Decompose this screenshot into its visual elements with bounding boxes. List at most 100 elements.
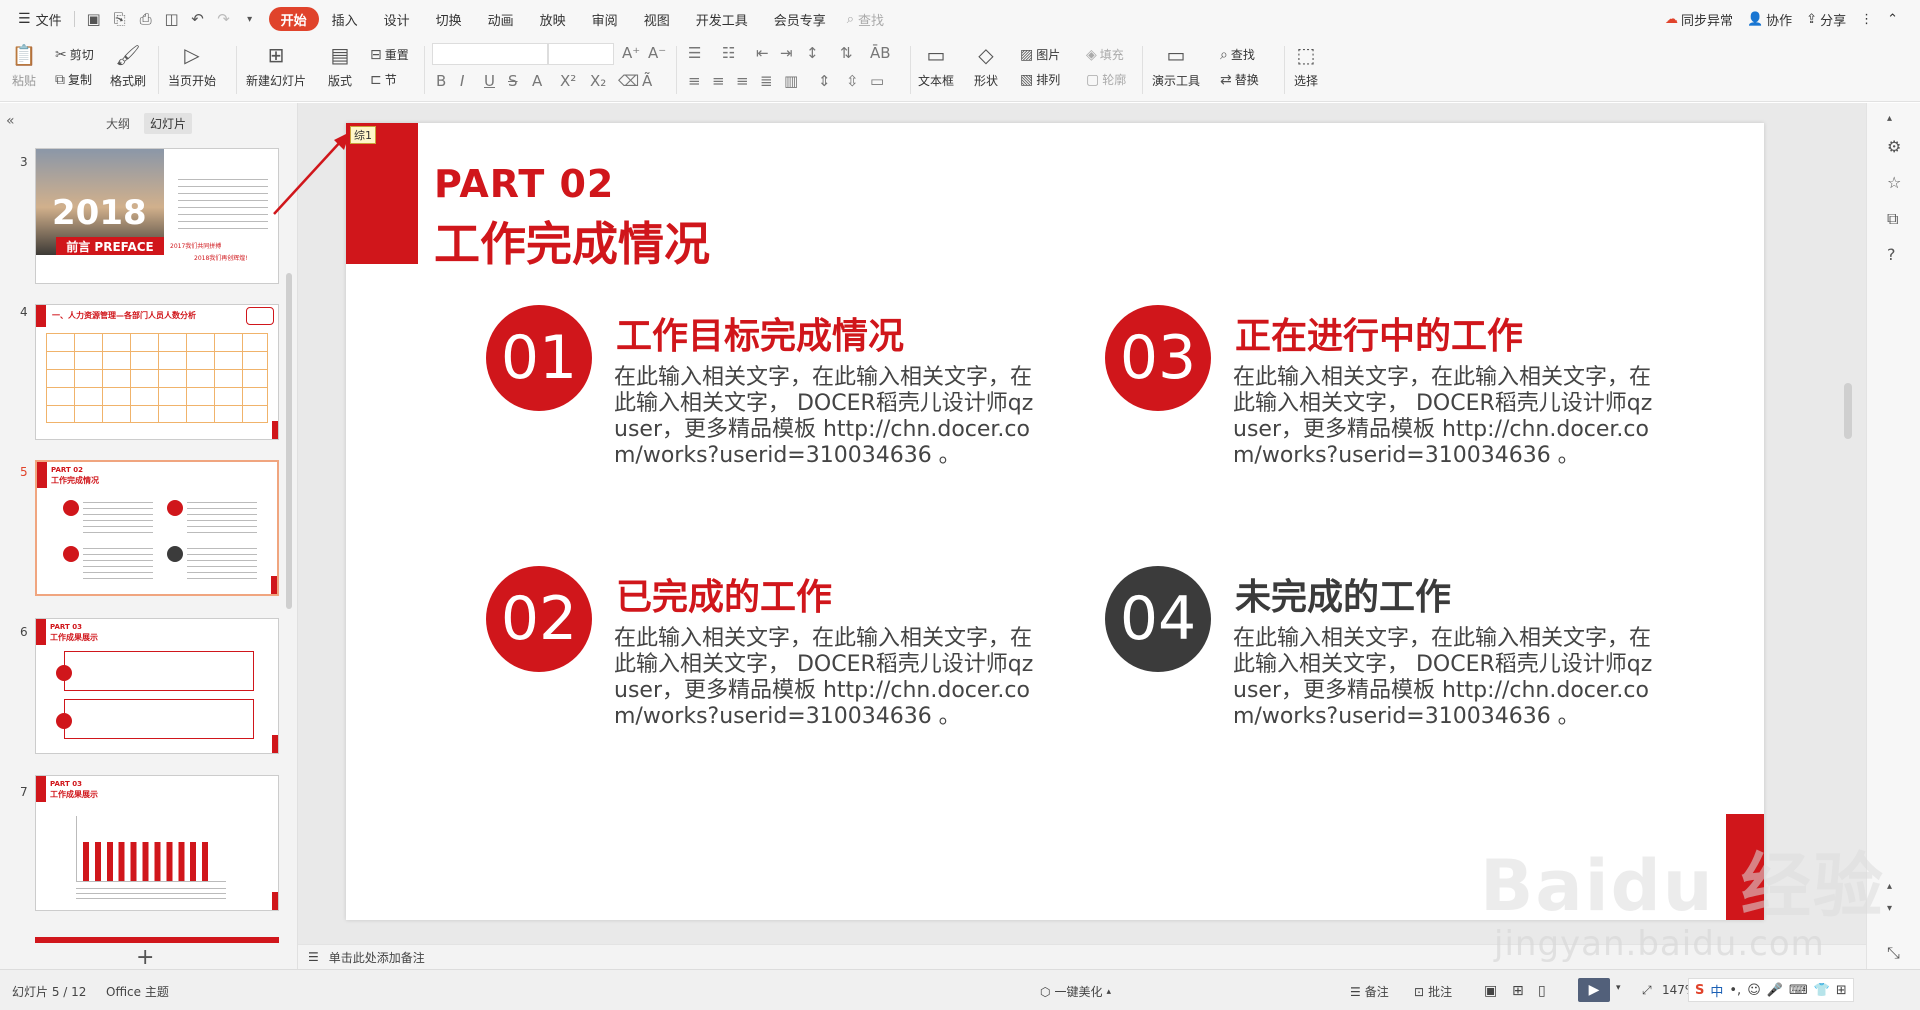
presentation-tools-button[interactable]: ▭ 演示工具 [1152, 42, 1200, 89]
textbox-button[interactable]: ▭ 文本框 [918, 42, 954, 89]
sync-button[interactable]: ☁ 同步异常 [1665, 10, 1733, 29]
theme-name[interactable]: Office 主题 [106, 983, 169, 1000]
collapse-icon[interactable]: « [6, 113, 15, 129]
ime-toolbar[interactable]: S 中 •, ☺ 🎤 ⌨ 👕 ⊞ [1688, 978, 1854, 1002]
paragraph-icon[interactable]: ⇳ [846, 72, 859, 90]
chevron-up-icon[interactable]: ▴ [1887, 881, 1892, 892]
collab-button[interactable]: 👤 协作 [1747, 10, 1792, 29]
align-right-icon[interactable]: ≡ [736, 72, 749, 90]
item-block-02[interactable]: 02 已完成的工作 在此输入相关文字，在此输入相关文字，在此输入相关文字， DO… [486, 566, 1033, 756]
collapse-ribbon-icon[interactable]: ⌃ [1887, 12, 1898, 27]
share-button[interactable]: ⇪ 分享 [1806, 10, 1846, 29]
tab-4[interactable]: 动画 [475, 7, 527, 31]
slide-thumbnail[interactable]: PART 03 工作成果展示 [35, 618, 279, 754]
strikethrough-icon[interactable]: S [508, 72, 518, 90]
slide-thumbnail[interactable]: 2018 前言 PREFACE 2017我们共同拼搏 2018我们再创辉煌! [35, 148, 279, 284]
section-button[interactable]: ⊏ 节 [370, 71, 397, 88]
chevron-down-icon[interactable]: ▾ [1616, 983, 1621, 993]
superscript-icon[interactable]: X² [560, 72, 576, 90]
font-size-dropdown[interactable] [548, 43, 614, 65]
search-tab[interactable]: ⌕ 查找 [847, 10, 884, 29]
cut-button[interactable]: ✂ 剪切 [55, 46, 94, 63]
save-icon[interactable]: ▣ [81, 6, 107, 32]
preview-icon[interactable]: ◫ [159, 6, 185, 32]
bullet-list-icon[interactable]: ☰ [688, 44, 701, 62]
shape-button[interactable]: ◇ 形状 [972, 42, 1000, 89]
tab-7[interactable]: 视图 [631, 7, 683, 31]
select-button[interactable]: ⬚ 选择 [1292, 42, 1320, 89]
reading-view-icon[interactable]: ▯ [1538, 983, 1546, 999]
distribute-icon[interactable]: ▥ [784, 72, 798, 90]
picture-button[interactable]: ▨ 图片 [1020, 46, 1060, 63]
tab-6[interactable]: 审阅 [579, 7, 631, 31]
line-spacing-icon[interactable]: ↕ [806, 44, 819, 62]
redo-icon[interactable]: ↷ [211, 6, 237, 32]
animation-icon[interactable]: ☆ [1887, 173, 1901, 192]
text-effect-icon[interactable]: A [532, 72, 542, 90]
bold-icon[interactable]: B [436, 72, 446, 90]
reset-button[interactable]: ⊟ 重置 [370, 46, 409, 63]
format-painter-button[interactable]: 🖌 格式刷 [110, 42, 146, 89]
subscript-icon[interactable]: X₂ [590, 72, 606, 90]
part-label[interactable]: PART 02 [434, 162, 614, 206]
chevron-down-icon[interactable]: ▾ [237, 6, 263, 32]
comment-toggle[interactable]: ⊡ 批注 [1414, 983, 1452, 1000]
chevron-down-icon[interactable]: ▾ [1887, 903, 1892, 914]
item-block-03[interactable]: 03 正在进行中的工作 在此输入相关文字，在此输入相关文字，在此输入相关文字， … [1105, 305, 1652, 495]
fill-button[interactable]: ◈ 填充 [1086, 46, 1124, 63]
italic-icon[interactable]: I [460, 72, 464, 90]
increase-font-icon[interactable]: A⁺ [622, 44, 640, 62]
columns-icon[interactable]: ⇕ [818, 72, 831, 90]
copy-button[interactable]: ⧉ 复制 [55, 71, 92, 88]
add-slide-icon[interactable]: + [136, 945, 154, 970]
numbered-list-icon[interactable]: ☷ [722, 44, 735, 62]
align-left-icon[interactable]: ≡ [688, 72, 701, 90]
tab-5[interactable]: 放映 [527, 7, 579, 31]
start-slideshow-button[interactable]: ▷ 当页开始 [168, 42, 216, 89]
tab-2[interactable]: 设计 [371, 7, 423, 31]
canvas-scrollbar[interactable] [1844, 383, 1852, 439]
spacing-icon[interactable]: A͂ [642, 72, 652, 90]
shrink-icon[interactable]: ⤡ [1887, 943, 1900, 963]
justify-icon[interactable]: ≣ [760, 72, 773, 90]
find-button[interactable]: ⌕ 查找 [1220, 46, 1255, 63]
decrease-font-icon[interactable]: A⁻ [648, 44, 666, 62]
slide-title[interactable]: 工作完成情况 [434, 208, 710, 274]
text-align-icon[interactable]: ĀB [870, 44, 891, 62]
slide-thumbnail[interactable]: 一、人力资源管理—各部门人员人数分析 [35, 304, 279, 440]
export-icon[interactable]: ⎘ [107, 6, 133, 32]
tab-8[interactable]: 开发工具 [683, 7, 761, 31]
slide-thumbnail[interactable]: PART 03 工作成果展示 [35, 775, 279, 911]
paste-button[interactable]: 📋 粘贴 [10, 42, 38, 89]
tab-3[interactable]: 切换 [423, 7, 475, 31]
undo-icon[interactable]: ↶ [185, 6, 211, 32]
file-menu[interactable]: ☰ 文件 [12, 6, 68, 32]
tab-slides[interactable]: 幻灯片 [144, 113, 193, 134]
arrange-button[interactable]: ▧ 排列 [1020, 71, 1060, 88]
print-icon[interactable]: ⎙ [133, 6, 159, 32]
slide[interactable]: PART 02 工作完成情况 01 工作目标完成情况 在此输入相关文字，在此输入… [346, 123, 1764, 920]
more-icon[interactable]: ⋮ [1860, 12, 1873, 27]
notes-toggle[interactable]: ☰ 备注 [1350, 983, 1389, 1000]
font-name-dropdown[interactable] [432, 43, 548, 65]
fit-icon[interactable]: ⤢ [1642, 983, 1652, 998]
indent-decrease-icon[interactable]: ⇤ [756, 44, 769, 62]
normal-view-icon[interactable]: ▣ [1484, 983, 1497, 999]
play-icon[interactable]: ▶ [1578, 978, 1610, 1002]
new-slide-button[interactable]: ⊞ 新建幻灯片 [246, 42, 306, 89]
vertical-align-icon[interactable]: ▭ [870, 72, 884, 90]
tab-9[interactable]: 会员专享 [761, 7, 839, 31]
underline-icon[interactable]: U [484, 72, 495, 90]
slide-thumbnail-active[interactable]: PART 02 工作完成情况 [35, 460, 279, 596]
align-center-icon[interactable]: ≡ [712, 72, 725, 90]
copy-slide-icon[interactable]: ⧉ [1887, 209, 1898, 229]
tab-outline[interactable]: 大纲 [100, 113, 136, 134]
settings-sliders-icon[interactable]: ⚙ [1887, 137, 1901, 156]
layout-button[interactable]: ▤ 版式 [326, 42, 354, 89]
text-direction-icon[interactable]: ⇅ [840, 44, 853, 62]
item-block-04[interactable]: 04 未完成的工作 在此输入相关文字，在此输入相关文字，在此输入相关文字， DO… [1105, 566, 1652, 756]
tab-0[interactable]: 开始 [268, 7, 319, 31]
replace-button[interactable]: ⇄ 替换 [1220, 71, 1259, 88]
indent-increase-icon[interactable]: ⇥ [780, 44, 793, 62]
beautify-button[interactable]: ⬡ 一键美化 ▴ [1040, 983, 1111, 1000]
